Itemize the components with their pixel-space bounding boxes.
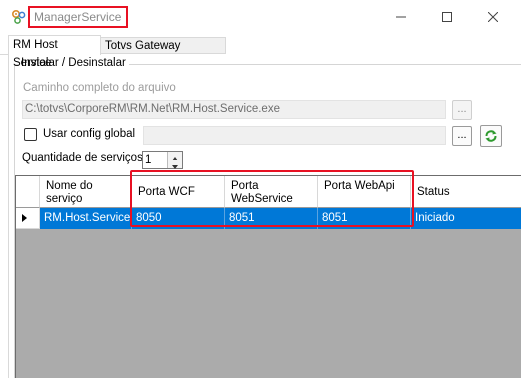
tab-rm-host-service[interactable]: RM Host Service: [8, 35, 101, 69]
column-header-nome[interactable]: Nome do serviço: [40, 176, 132, 208]
cell-status[interactable]: Iniciado: [411, 208, 521, 229]
tab-totvs-gateway-manager[interactable]: Totvs Gateway Manager: [101, 37, 226, 68]
path-field[interactable]: C:\totvs\CorporeRM\RM.Net\RM.Host.Servic…: [22, 100, 446, 119]
maximize-button[interactable]: [424, 0, 470, 34]
cell-service-name[interactable]: RM.Host.Service: [40, 208, 132, 229]
ports-highlight-box: [130, 170, 414, 227]
title-highlight-box: [28, 6, 128, 28]
minimize-button[interactable]: [378, 0, 424, 34]
row-selector[interactable]: [16, 208, 40, 229]
browse-path-button[interactable]: ...: [452, 100, 472, 120]
quantity-down-button[interactable]: [167, 160, 182, 169]
grid-header-row-selector: [16, 176, 40, 208]
row-pointer-icon: [22, 214, 27, 222]
maximize-icon: [442, 12, 452, 22]
refresh-icon: [485, 130, 497, 142]
minimize-icon: [396, 16, 406, 18]
browse-config-button[interactable]: ...: [452, 126, 472, 146]
use-global-config-checkbox[interactable]: [24, 128, 37, 141]
gears-icon: [11, 9, 27, 25]
close-icon: [488, 12, 498, 22]
close-button[interactable]: [470, 0, 516, 34]
quantity-label: Quantidade de serviços: [22, 152, 143, 164]
config-path-field[interactable]: [143, 126, 446, 145]
use-global-config-label: Usar config global: [43, 128, 136, 140]
quantity-up-button[interactable]: [167, 152, 182, 161]
path-label: Caminho completo do arquivo: [23, 82, 176, 94]
refresh-button[interactable]: [480, 125, 502, 147]
column-header-status[interactable]: Status: [411, 176, 521, 208]
